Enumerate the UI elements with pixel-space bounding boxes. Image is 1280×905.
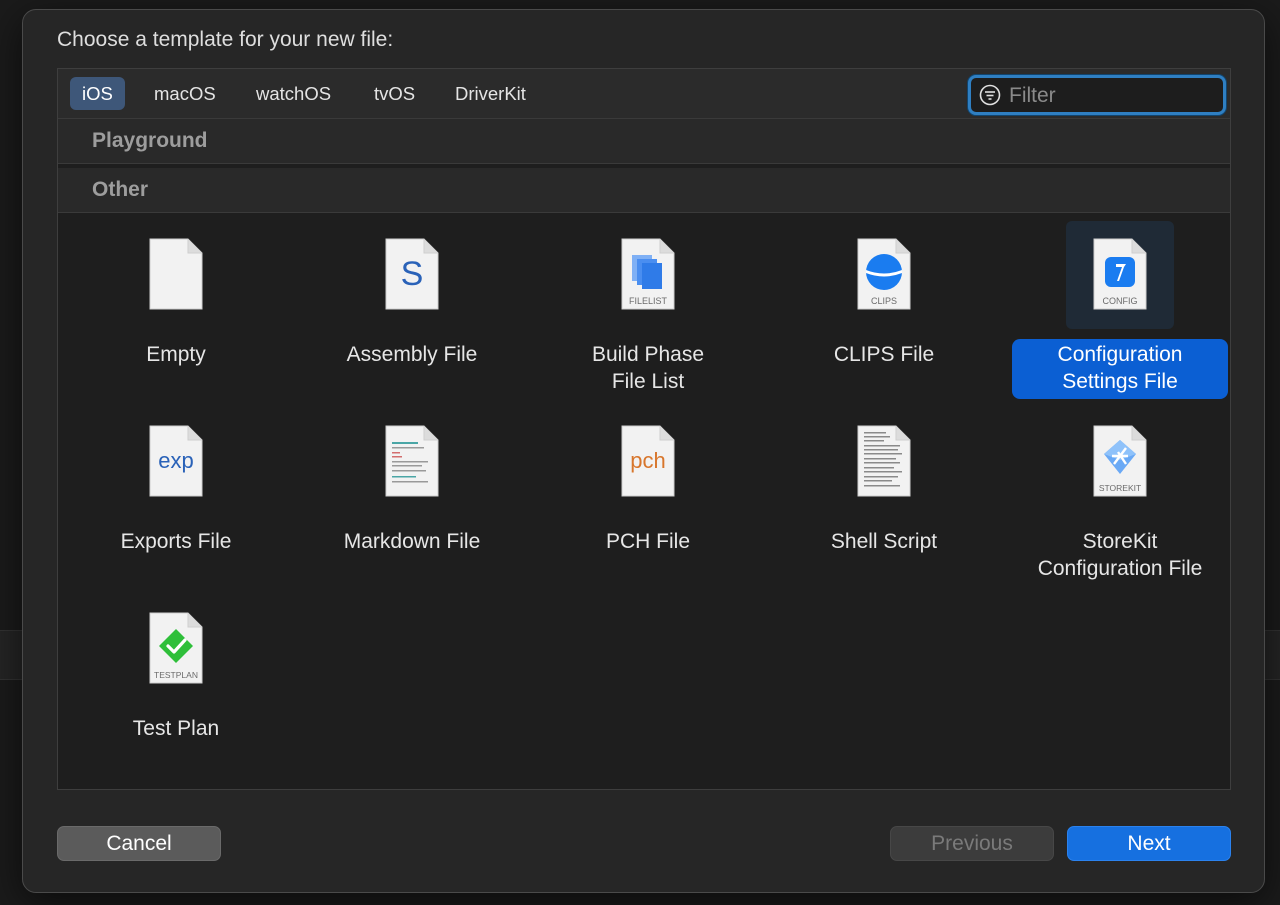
template-label: PCH File bbox=[605, 530, 690, 553]
svg-text:STOREKIT: STOREKIT bbox=[1099, 483, 1141, 493]
exports-file-icon: exp bbox=[149, 425, 203, 497]
template-label: Shell Script bbox=[830, 530, 938, 553]
section-playground-label: Playground bbox=[92, 129, 208, 152]
svg-text:CLIPS: CLIPS bbox=[871, 296, 897, 306]
new-file-template-sheet: Choose a template for your new file: iOS… bbox=[22, 9, 1265, 893]
storekit-icon: STOREKIT bbox=[1093, 425, 1147, 497]
filter-icon bbox=[979, 84, 1001, 106]
svg-text:pch: pch bbox=[630, 448, 665, 473]
config-icon: CONFIG bbox=[1093, 238, 1147, 310]
sheet-heading: Choose a template for your new file: bbox=[57, 28, 394, 51]
section-playground[interactable]: Playground bbox=[58, 119, 1230, 164]
template-label: Empty bbox=[146, 343, 206, 366]
tab-tvos[interactable]: tvOS bbox=[362, 77, 427, 110]
svg-text:exp: exp bbox=[158, 448, 193, 473]
assembly-file-icon: S bbox=[385, 238, 439, 310]
template-label: Exports File bbox=[120, 530, 232, 553]
template-label: CLIPS File bbox=[833, 343, 935, 366]
tab-macos[interactable]: macOS bbox=[142, 77, 228, 110]
filter-input[interactable] bbox=[1007, 81, 1211, 111]
template-label: Test Plan bbox=[132, 717, 220, 740]
template-label: Build Phase File List bbox=[591, 343, 705, 393]
next-button[interactable]: Next bbox=[1067, 826, 1231, 861]
svg-text:FILELIST: FILELIST bbox=[629, 296, 668, 306]
pch-file-icon: pch bbox=[621, 425, 675, 497]
shell-script-icon bbox=[857, 425, 911, 497]
filter-field[interactable] bbox=[968, 75, 1226, 115]
svg-text:CONFIG: CONFIG bbox=[1103, 296, 1138, 306]
tab-driverkit[interactable]: DriverKit bbox=[443, 77, 538, 110]
platform-tab-bar: iOS macOS watchOS tvOS DriverKit bbox=[58, 69, 1230, 119]
template-label: Configuration Settings File bbox=[1012, 339, 1228, 399]
testplan-icon: TESTPLAN bbox=[149, 612, 203, 684]
cancel-button[interactable]: Cancel bbox=[57, 826, 221, 861]
clips-icon: CLIPS bbox=[857, 238, 911, 310]
template-panel: iOS macOS watchOS tvOS DriverKit Playgro… bbox=[57, 68, 1231, 790]
tab-ios[interactable]: iOS bbox=[70, 77, 125, 110]
template-label: StoreKit Configuration File bbox=[1037, 530, 1203, 580]
tab-watchos[interactable]: watchOS bbox=[244, 77, 343, 110]
section-other-label: Other bbox=[92, 178, 149, 201]
markdown-file-icon bbox=[385, 425, 439, 497]
section-other[interactable]: Other bbox=[58, 168, 1230, 213]
empty-file-icon bbox=[149, 238, 203, 310]
template-label: Assembly File bbox=[346, 343, 478, 366]
template-label: Markdown File bbox=[343, 530, 481, 553]
svg-text:S: S bbox=[401, 255, 424, 293]
previous-button[interactable]: Previous bbox=[890, 826, 1054, 861]
svg-text:TESTPLAN: TESTPLAN bbox=[154, 670, 198, 680]
filelist-icon: FILELIST bbox=[621, 238, 675, 310]
